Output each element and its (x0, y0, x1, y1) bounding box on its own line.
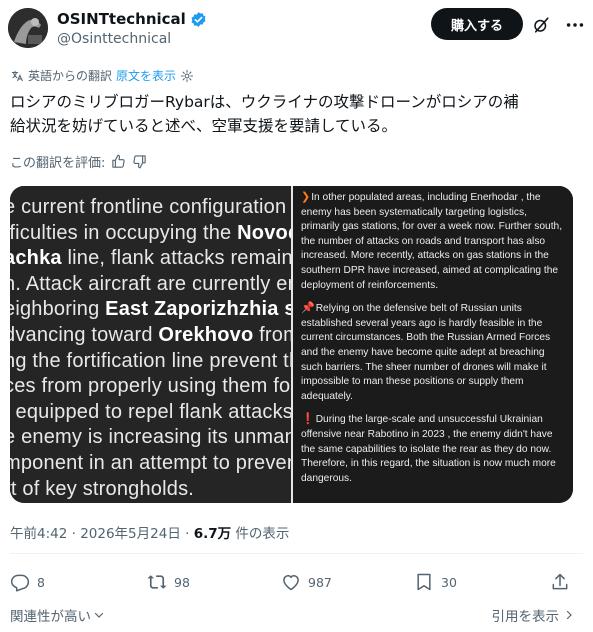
translate-icon (11, 70, 23, 81)
handle[interactable]: @Osinttechnical (57, 31, 171, 47)
pin-icon: 📌 (301, 302, 315, 315)
buy-button[interactable]: 購入する (431, 8, 523, 40)
rate-translation-row: この翻訳を評価: (10, 152, 147, 171)
media-paragraph-1: ❯In other populated areas, including Ene… (301, 191, 563, 291)
more-options-icon[interactable] (564, 14, 586, 36)
repost-icon (147, 575, 167, 589)
like-count: 987 (308, 574, 332, 590)
view-count-suffix: 件の表示 (231, 526, 290, 542)
show-original-link[interactable]: 原文を表示 (116, 67, 176, 84)
like-button[interactable]: 987 (281, 572, 332, 592)
media-left-line: achka line, flank attacks remain th (10, 247, 291, 270)
media-left-line: rt of key strongholds. (10, 477, 195, 500)
display-name[interactable]: OSINTtechnical (57, 10, 186, 28)
grok-icon[interactable] (532, 16, 550, 34)
sort-relevance-dropdown[interactable]: 関連性が高い (10, 605, 105, 625)
heart-icon (283, 575, 299, 591)
media-left-panel: e current frontline configuration an ffic… (10, 186, 291, 503)
media-left-line: eighboring East Zaporizhzhia sect (10, 298, 291, 321)
media-right-panel: ❯In other populated areas, including Ene… (293, 186, 573, 503)
verified-badge-icon (191, 11, 206, 27)
view-count: 6.7万 (193, 526, 232, 542)
media-left-line: n. Attack aircraft are currently eng (10, 272, 291, 295)
media-left-line: e enemy is increasing its unmann (10, 426, 291, 449)
bookmark-icon (417, 573, 431, 591)
tweet-header: OSINTtechnical @Osinttechnical 購入する (8, 6, 585, 50)
chevron-right-icon (566, 610, 572, 620)
reply-icon (10, 574, 30, 592)
bookmark-count: 30 (441, 574, 457, 590)
media-image[interactable]: e current frontline configuration an ffic… (10, 186, 573, 503)
share-button[interactable] (550, 572, 570, 592)
translation-row: 英語からの翻訳 原文を表示 (10, 67, 194, 84)
media-paragraph-2: 📌Relying on the defensive belt of Russia… (301, 302, 551, 402)
translation-label: 英語からの翻訳 (28, 69, 113, 83)
reply-count: 8 (37, 574, 45, 590)
media-left-line: t equipped to repel flank attacks. G (10, 400, 291, 423)
bookmark-button[interactable]: 30 (414, 572, 457, 592)
media-left-line: dvancing toward Orekhovo from th (10, 324, 291, 346)
view-quotes-link[interactable]: 引用を表示 (492, 605, 576, 625)
media-left-line: mponent in an attempt to prevent th (10, 452, 291, 474)
chevron-right-icon: ❯ (301, 191, 311, 203)
reply-button[interactable]: 8 (10, 572, 45, 592)
tweet-text: ロシアのミリブロガーRybarは、ウクライナの攻撃ドローンがロシアの補 給状況を… (10, 90, 580, 138)
sort-relevance-label: 関連性が高い (10, 609, 91, 625)
exclamation-icon: ❗ (301, 413, 315, 426)
settings-gear-icon[interactable] (180, 69, 194, 83)
tweet-meta: 午前4:42 · 2026年5月24日 · 6.7万 件の表示 (10, 522, 289, 542)
share-icon (552, 573, 568, 590)
thumbs-down-icon[interactable] (132, 154, 147, 169)
tweet-text-line-2: 給状況を妨げていると述べ、空軍支援を要請している。 (10, 117, 398, 135)
divider (10, 553, 583, 554)
action-bar: 8 98 987 30 (10, 572, 575, 596)
media-left-line: e current frontline configuration an (10, 196, 291, 218)
media-left-line: ces from properly using them for d (10, 375, 291, 398)
media-left-line: ng the fortification line prevent the (10, 349, 291, 372)
view-quotes-label: 引用を表示 (491, 609, 560, 625)
rate-translation-label: この翻訳を評価: (10, 156, 106, 171)
name-row: OSINTtechnical (57, 10, 207, 28)
timestamp[interactable]: 午前4:42 · 2026年5月24日 · (10, 526, 194, 542)
thumbs-up-icon[interactable] (111, 154, 126, 169)
avatar-image-icon (8, 8, 48, 48)
chevron-down-icon (94, 612, 104, 618)
media-left-line: fficulties in occupying the Novoda (10, 221, 291, 244)
avatar[interactable] (8, 8, 48, 48)
media-paragraph-3: ❗During the large-scale and unsuccessful… (301, 413, 556, 484)
repost-button[interactable]: 98 (147, 572, 190, 592)
tweet-text-line-1: ロシアのミリブロガーRybarは、ウクライナの攻撃ドローンがロシアの補 (10, 93, 519, 111)
repost-count: 98 (174, 574, 190, 590)
